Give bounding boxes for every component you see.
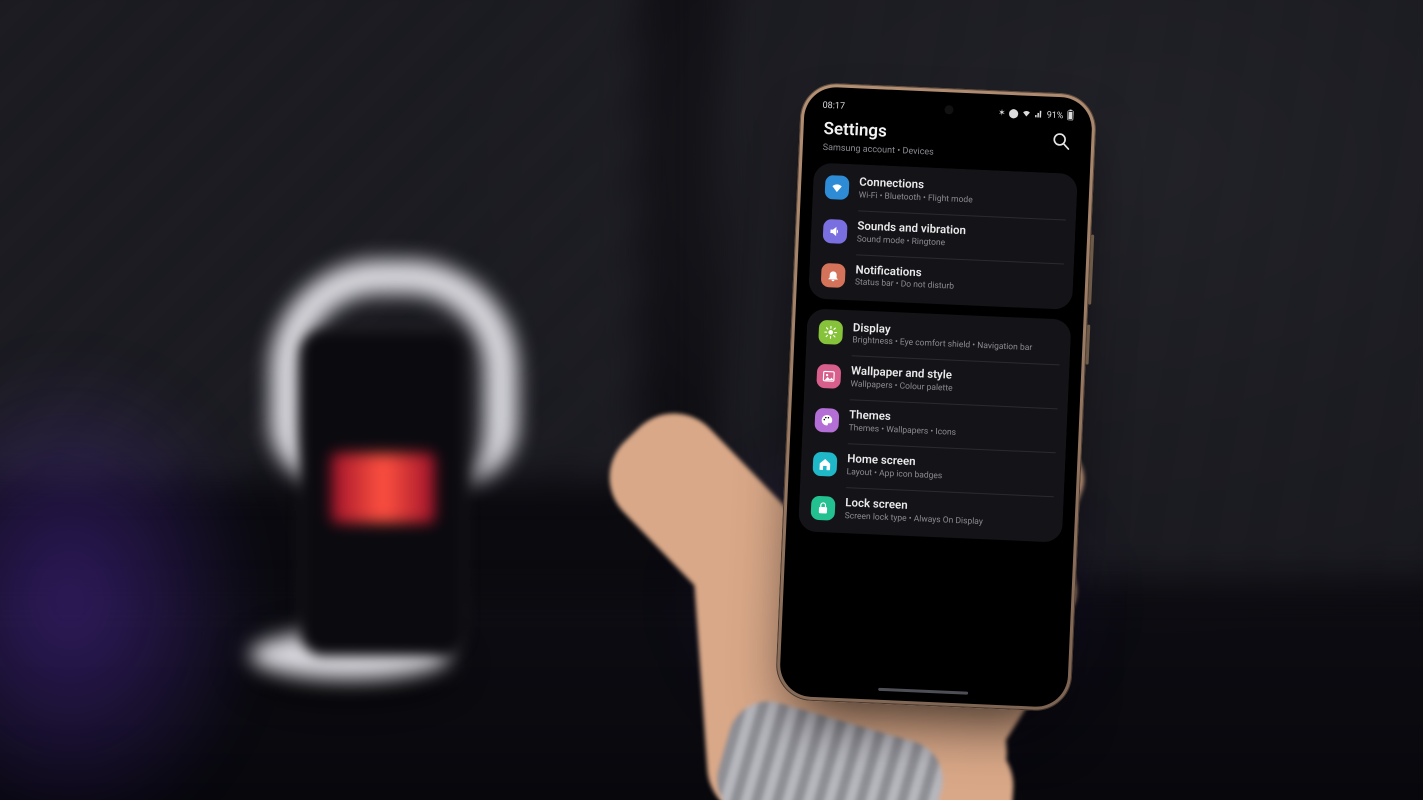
wallpaper-icon bbox=[816, 364, 841, 389]
lock-icon bbox=[811, 495, 836, 520]
battery-icon bbox=[1066, 109, 1075, 123]
signal-icon bbox=[1034, 109, 1044, 121]
battery-text: 91% bbox=[1046, 111, 1063, 122]
phone-screen[interactable]: 08:17 ✶ ⬤ 91% bbox=[783, 90, 1089, 704]
photo-scene: 08:17 ✶ ⬤ 91% bbox=[0, 0, 1423, 800]
gesture-bar[interactable] bbox=[878, 687, 968, 694]
phone-frame: 08:17 ✶ ⬤ 91% bbox=[775, 82, 1098, 712]
display-icon bbox=[818, 320, 843, 345]
connections-icon bbox=[825, 175, 850, 200]
settings-group: ConnectionsWi-Fi • Bluetooth • Flight mo… bbox=[808, 162, 1078, 309]
home-icon bbox=[812, 452, 837, 477]
status-time: 08:17 bbox=[822, 101, 845, 112]
notifications-icon bbox=[821, 262, 846, 287]
themes-icon bbox=[814, 408, 839, 433]
sounds-icon bbox=[823, 219, 848, 244]
wifi-icon bbox=[1021, 108, 1032, 120]
settings-group: DisplayBrightness • Eye comfort shield •… bbox=[798, 308, 1071, 543]
search-button[interactable] bbox=[1051, 131, 1072, 152]
bluetooth-icon: ⬤ bbox=[1008, 109, 1019, 119]
page-title: Settings bbox=[823, 119, 887, 142]
vibrate-icon: ✶ bbox=[998, 108, 1006, 118]
settings-list[interactable]: ConnectionsWi-Fi • Bluetooth • Flight mo… bbox=[792, 162, 1078, 689]
background-second-phone bbox=[300, 330, 466, 656]
